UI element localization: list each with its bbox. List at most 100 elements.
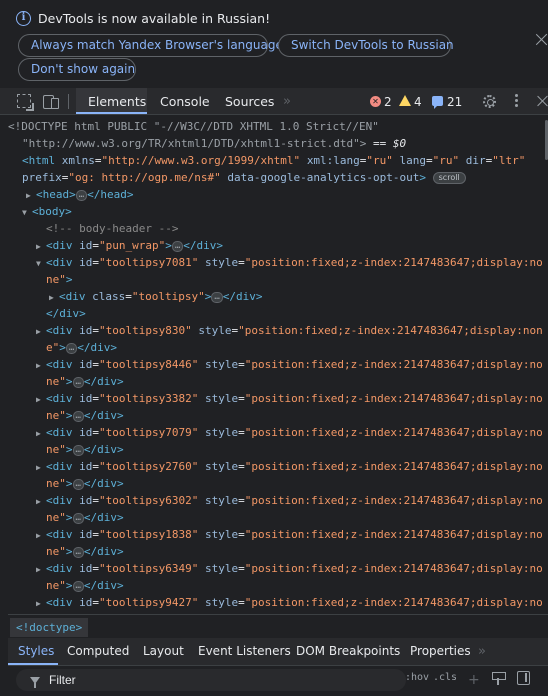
more-sidebar-tabs-icon[interactable]: » [478, 644, 486, 659]
tab-computed[interactable]: Computed [67, 638, 129, 665]
ellipsis-icon[interactable]: … [211, 291, 223, 303]
expand-triangle-icon[interactable]: ▶ [36, 391, 46, 408]
close-devtools-icon[interactable] [537, 95, 548, 107]
attr-value: "og: http://ogp.me/ns#" [68, 171, 221, 184]
message-count[interactable]: 21 [447, 95, 462, 109]
switch-language-button[interactable]: Switch DevTools to Russian [278, 34, 454, 57]
ellipsis-icon[interactable]: … [72, 376, 84, 388]
tooltip-node[interactable]: ▶ <div id="tooltipsy8446" style="position… [36, 356, 543, 373]
filter-box[interactable] [16, 669, 406, 691]
attr-value: "tooltipsy7081" [99, 256, 199, 269]
ellipsis-icon[interactable]: … [72, 512, 84, 524]
tooltip-node-cont[interactable]: ne">… </div> [46, 441, 124, 458]
close-icon[interactable] [535, 33, 548, 46]
tooltip-node-cont[interactable]: e">… </div> [46, 339, 117, 356]
more-options-icon[interactable] [515, 94, 518, 108]
tooltip-node-cont[interactable]: ne">… </div> [46, 407, 124, 424]
expand-triangle-icon[interactable]: ▶ [36, 238, 46, 255]
error-icon[interactable]: ✕ [370, 96, 381, 107]
expand-triangle-icon[interactable]: ▶ [36, 493, 46, 510]
expand-triangle-icon[interactable]: ▶ [36, 561, 46, 578]
filter-input[interactable] [49, 669, 389, 691]
ellipsis-icon[interactable]: … [72, 478, 84, 490]
paint-roller-icon[interactable] [492, 672, 506, 685]
tooltip-node[interactable]: ▶ <div id="tooltipsy6302" style="position… [36, 492, 543, 509]
tooltip-node[interactable]: ▶ <div id="tooltipsy7079" style="position… [36, 424, 543, 441]
error-count[interactable]: 2 [384, 95, 392, 109]
ellipsis-icon[interactable]: … [72, 546, 84, 558]
comment-node[interactable]: <!-- body-header --> [46, 220, 178, 237]
ellipsis-icon[interactable]: … [75, 189, 88, 201]
tooltip-node[interactable]: ▶ <div id="tooltipsy1838" style="position… [36, 526, 543, 543]
more-tabs-icon[interactable]: » [283, 94, 291, 109]
ellipsis-icon[interactable]: … [72, 410, 84, 422]
attr-value: "ltr" [492, 154, 526, 167]
comment-text: <!-- body-header --> [46, 222, 179, 235]
ellipsis-icon[interactable]: … [72, 444, 84, 456]
attr-name: data-google-analytics-opt-out [227, 171, 420, 184]
dont-show-again-button[interactable]: Don't show again [18, 58, 136, 81]
tooltip-node-cont[interactable]: ne">… </div> [46, 509, 124, 526]
tooltip-node[interactable]: ▶ <div id="tooltipsy6349" style="position… [36, 560, 543, 577]
pun-wrap-node[interactable]: ▶ <div id="pun_wrap">… </div> [36, 237, 223, 254]
head-node[interactable]: ▶ <head>… </head> [26, 186, 134, 203]
attr-value: "position:fixed;z-index:2147483647;displ… [244, 494, 543, 507]
expand-triangle-icon[interactable]: ▶ [36, 323, 46, 340]
tooltip-node[interactable]: ▶ <div id="tooltipsy830" style="position:… [36, 322, 543, 339]
styles-filter-bar: :hov .cls + [8, 666, 548, 696]
tooltip-node-cont[interactable]: ne">… </div> [46, 577, 124, 594]
tooltip-node[interactable]: ▶ <div id="tooltipsy9427" style="position… [36, 594, 543, 611]
attr-value: "position:fixed;z-index:2147483647;displ… [244, 426, 543, 439]
scroll-badge[interactable]: scroll [432, 172, 466, 184]
class-toggle-button[interactable]: .cls [433, 672, 457, 683]
tab-layout[interactable]: Layout [143, 638, 184, 665]
html-node[interactable]: <html xmlns="http://www.w3.org/1999/xhtm… [22, 152, 525, 169]
collapse-triangle-icon[interactable]: ▼ [22, 204, 32, 221]
toggle-sidebar-icon[interactable] [517, 671, 530, 685]
tooltip-node[interactable]: ▶ <div id="tooltipsy3382" style="position… [36, 390, 543, 407]
tooltip-node-cont[interactable]: ne">… </div> [46, 475, 124, 492]
expand-triangle-icon[interactable]: ▶ [36, 527, 46, 544]
collapse-triangle-icon[interactable]: ▼ [36, 255, 46, 272]
html-tag-name: html [28, 154, 56, 167]
ellipsis-icon[interactable]: … [72, 580, 84, 592]
expand-triangle-icon[interactable]: ▶ [49, 289, 59, 306]
tooltip-node-cont[interactable]: ne"> [46, 271, 73, 288]
expand-triangle-icon[interactable]: ▶ [26, 187, 36, 204]
tooltip-node-cont[interactable]: ne">… </div> [46, 543, 124, 560]
warning-icon[interactable] [399, 95, 411, 106]
ellipsis-icon[interactable]: … [171, 240, 184, 252]
tooltip-node[interactable]: ▼ <div id="tooltipsy7081" style="position… [36, 254, 543, 271]
tooltip-node[interactable]: ▶ <div id="tooltipsy2760" style="position… [36, 458, 543, 475]
doctype-node-cont[interactable]: "http://www.w3.org/TR/xhtml1/DTD/xhtml1-… [22, 135, 406, 152]
tab-styles[interactable]: Styles [18, 638, 54, 665]
doctype-node[interactable]: <!DOCTYPE html PUBLIC "-//W3C//DTD XHTML… [8, 118, 379, 135]
ellipsis-icon[interactable]: … [65, 342, 78, 354]
closing-div[interactable]: </div> [46, 305, 86, 322]
body-node[interactable]: ▼ <body> [22, 203, 72, 220]
tab-dom-breakpoints[interactable]: DOM Breakpoints [296, 638, 400, 665]
tab-elements[interactable]: Elements [88, 88, 146, 115]
match-language-button[interactable]: Always match Yandex Browser's language [18, 34, 283, 57]
html-node-cont[interactable]: prefix="og: http://ogp.me/ns#" data-goog… [22, 169, 466, 186]
tab-properties[interactable]: Properties [410, 638, 471, 665]
infobar-message: DevTools is now available in Russian! [38, 11, 271, 26]
dom-tree[interactable]: <!DOCTYPE html PUBLIC "-//W3C//DTD XHTML… [8, 115, 548, 613]
expand-triangle-icon[interactable]: ▶ [36, 425, 46, 442]
tab-sources[interactable]: Sources [225, 88, 274, 115]
message-icon[interactable] [432, 96, 443, 109]
expand-triangle-icon[interactable]: ▶ [36, 459, 46, 476]
gear-icon[interactable] [483, 95, 496, 108]
hover-state-button[interactable]: :hov [405, 672, 429, 683]
expand-triangle-icon[interactable]: ▶ [36, 595, 46, 612]
tab-event-listeners[interactable]: Event Listeners [198, 638, 291, 665]
breadcrumb-doctype[interactable]: <!doctype> [10, 618, 89, 637]
attr-value: ne" [46, 273, 66, 286]
plus-icon[interactable]: + [468, 673, 480, 687]
warning-count[interactable]: 4 [414, 95, 422, 109]
tooltip-node-cont[interactable]: ne">… </div> [46, 373, 124, 390]
expand-triangle-icon[interactable]: ▶ [36, 357, 46, 374]
tooltipsy-class-node[interactable]: ▶ <div class="tooltipsy">… </div> [49, 288, 263, 305]
attr-name: xmlns [61, 154, 95, 167]
tab-console[interactable]: Console [160, 88, 210, 115]
